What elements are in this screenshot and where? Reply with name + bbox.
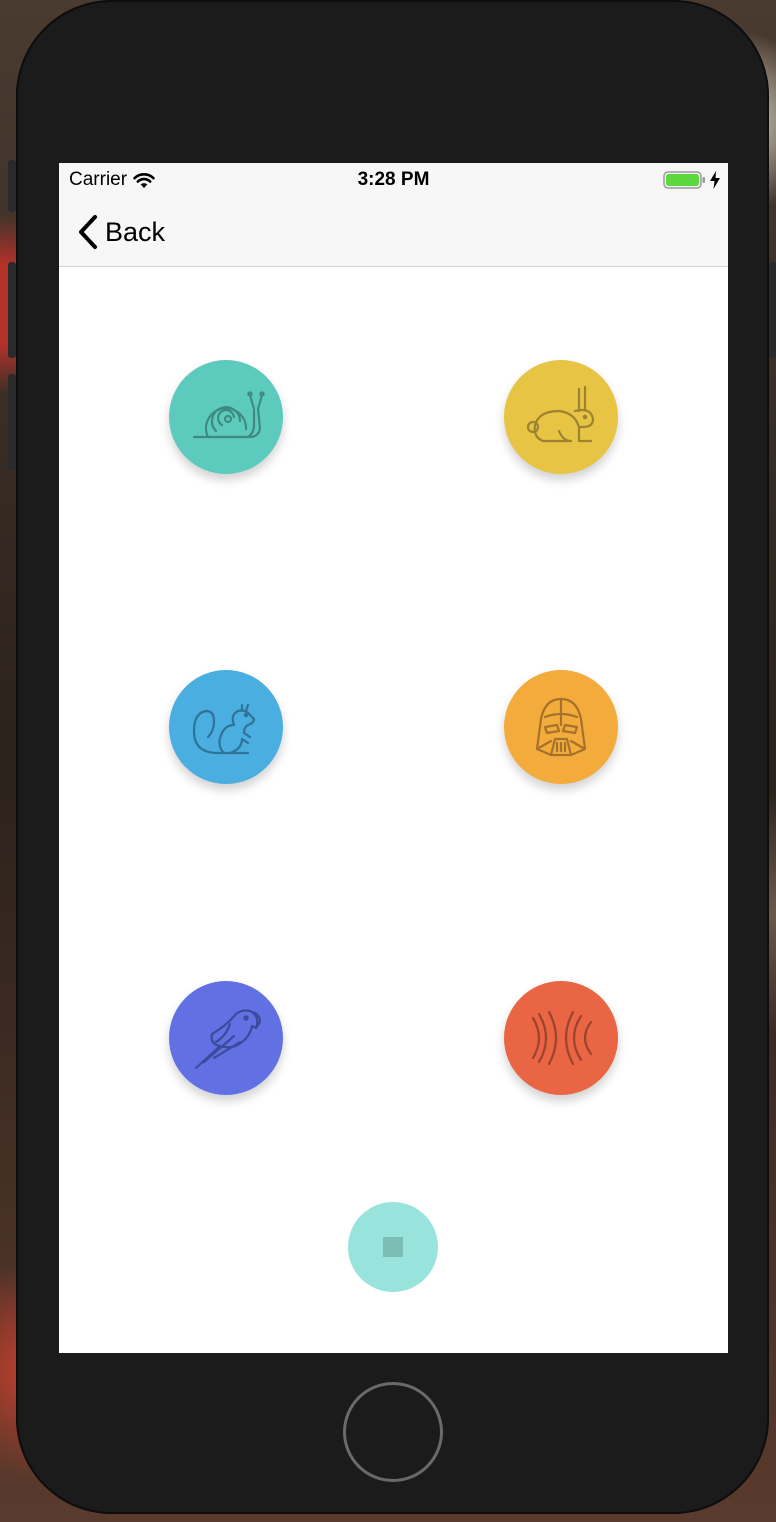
stop-button[interactable] xyxy=(348,1202,438,1292)
volume-up-button xyxy=(8,262,16,358)
sound-buttons-grid xyxy=(59,267,728,1353)
charging-bolt-icon xyxy=(710,171,720,189)
echo-button[interactable] xyxy=(504,981,618,1095)
stop-icon xyxy=(383,1237,403,1257)
power-button xyxy=(769,262,776,358)
volume-down-button xyxy=(8,374,16,470)
darth-vader-icon xyxy=(535,697,587,757)
battery-indicator xyxy=(663,170,720,190)
back-label: Back xyxy=(105,216,166,247)
rabbit-icon xyxy=(526,385,595,443)
mute-switch xyxy=(8,160,16,212)
app-screen: Carrier 3:28 PM Back xyxy=(59,163,728,1353)
chevron-left-icon xyxy=(79,215,97,249)
back-button[interactable]: Back xyxy=(77,212,165,252)
echo-waves-icon xyxy=(531,1010,593,1066)
status-bar: Carrier 3:28 PM xyxy=(59,163,728,197)
parrot-button[interactable] xyxy=(169,981,283,1095)
rabbit-button[interactable] xyxy=(504,360,618,474)
home-button[interactable] xyxy=(343,1382,443,1482)
battery-icon xyxy=(663,171,705,189)
navigation-bar: Back xyxy=(59,197,728,267)
snail-icon xyxy=(192,391,265,439)
status-time: 3:28 PM xyxy=(357,169,430,190)
snail-button[interactable] xyxy=(169,360,283,474)
darth-vader-button[interactable] xyxy=(504,670,618,784)
squirrel-button[interactable] xyxy=(169,670,283,784)
squirrel-icon xyxy=(192,703,256,755)
parrot-icon xyxy=(194,1009,262,1070)
